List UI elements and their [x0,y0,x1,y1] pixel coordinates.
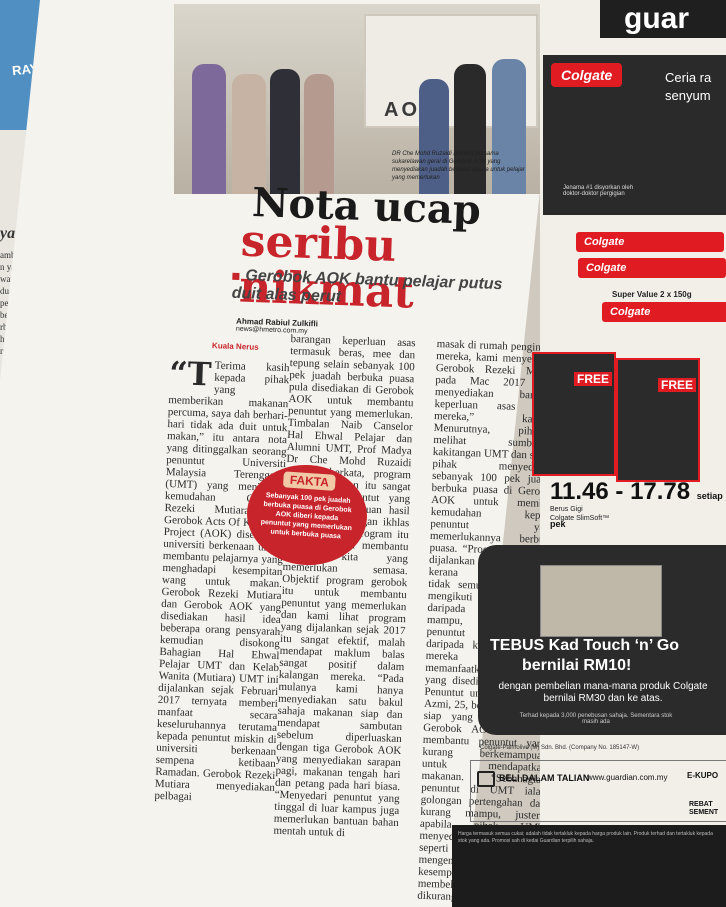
fakta-text: Sebanyak 100 pek juadah berbuka puasa di… [260,492,353,541]
colgate-note: Jenama #1 disyorkan oleh doktor-doktor p… [563,185,634,197]
photo-person [270,69,300,194]
toothpaste-product: Colgate [578,258,726,278]
terms-text: Harga termasuk semua cukai; adalah tidak… [458,831,713,844]
tebus-note: Terhad kepada 3,000 penebusan sahaja. Se… [519,713,673,725]
article-column-2: barangan keperluan asas termasuk beras, … [273,332,416,840]
toothpaste-product: Colgate [576,232,724,252]
touch-n-go-card-image [540,565,662,637]
free-badge: FREE [657,378,696,392]
fakta-label: FAKTA [283,471,336,491]
tebus-line-1: TEBUS Kad Touch ‘n’ Go [490,637,680,654]
toothbrush-pack: FREE [616,358,700,482]
colgate-logo: Colgate [551,63,623,87]
colgate-banner: Colgate Ceria ra senyum Jenama #1 disyor… [543,55,726,215]
photo-caption: DR Che Mohd Ruzaidi (kanan) bersama suka… [392,151,525,181]
drop-cap: “T [168,354,213,394]
toothbrush-pack: FREE [532,352,616,476]
online-purchase-box: BELI DALAM TALIAN www.guardian.com.my E-… [470,760,726,822]
free-badge: FREE [573,372,612,386]
photo-person [304,74,334,194]
guardian-logo-bar: guar [600,0,726,38]
tebus-promo: TEBUS Kad Touch ‘n’ Go bernilai RM10! de… [478,545,726,735]
company-line: Colgate-Palmolive (M) Sdn. Bhd. (Company… [480,745,640,751]
photo-person [192,64,226,194]
colgate-tagline: Ceria ra senyum [665,70,712,103]
guardian-logo: guar [624,2,690,35]
tebus-line-3: dengan pembelian mana-mana produk Colgat… [498,681,708,704]
terms-footer: Harga termasuk semua cukai; adalah tidak… [452,825,726,907]
price-note: Berus Gigi Colgate SlimSoft™ [550,506,610,522]
column-1-text: Terima kasih kepada pihak yang memberika… [154,359,290,804]
price-value: 11.46 - 17.78 [550,478,691,505]
cart-icon [477,771,495,787]
dateline: Kuala Nerus [211,341,259,352]
photo-person [232,74,266,194]
tebus-line-2: bernilai RM10! [522,657,632,674]
online-label: BELI DALAM TALIAN [499,773,590,783]
toothpaste-product: Colgate [602,302,726,322]
rebat-label: REBAT SEMENT [689,801,719,816]
bullet-square-icon [232,272,240,281]
super-value-label: Super Value 2 x 150g [612,290,692,299]
online-url: www.guardian.com.my [587,773,668,782]
ekupon-label: E-KUPO [687,771,719,780]
article-column-1: “T Terima kasih kepada pihak yang memberi… [154,354,290,806]
